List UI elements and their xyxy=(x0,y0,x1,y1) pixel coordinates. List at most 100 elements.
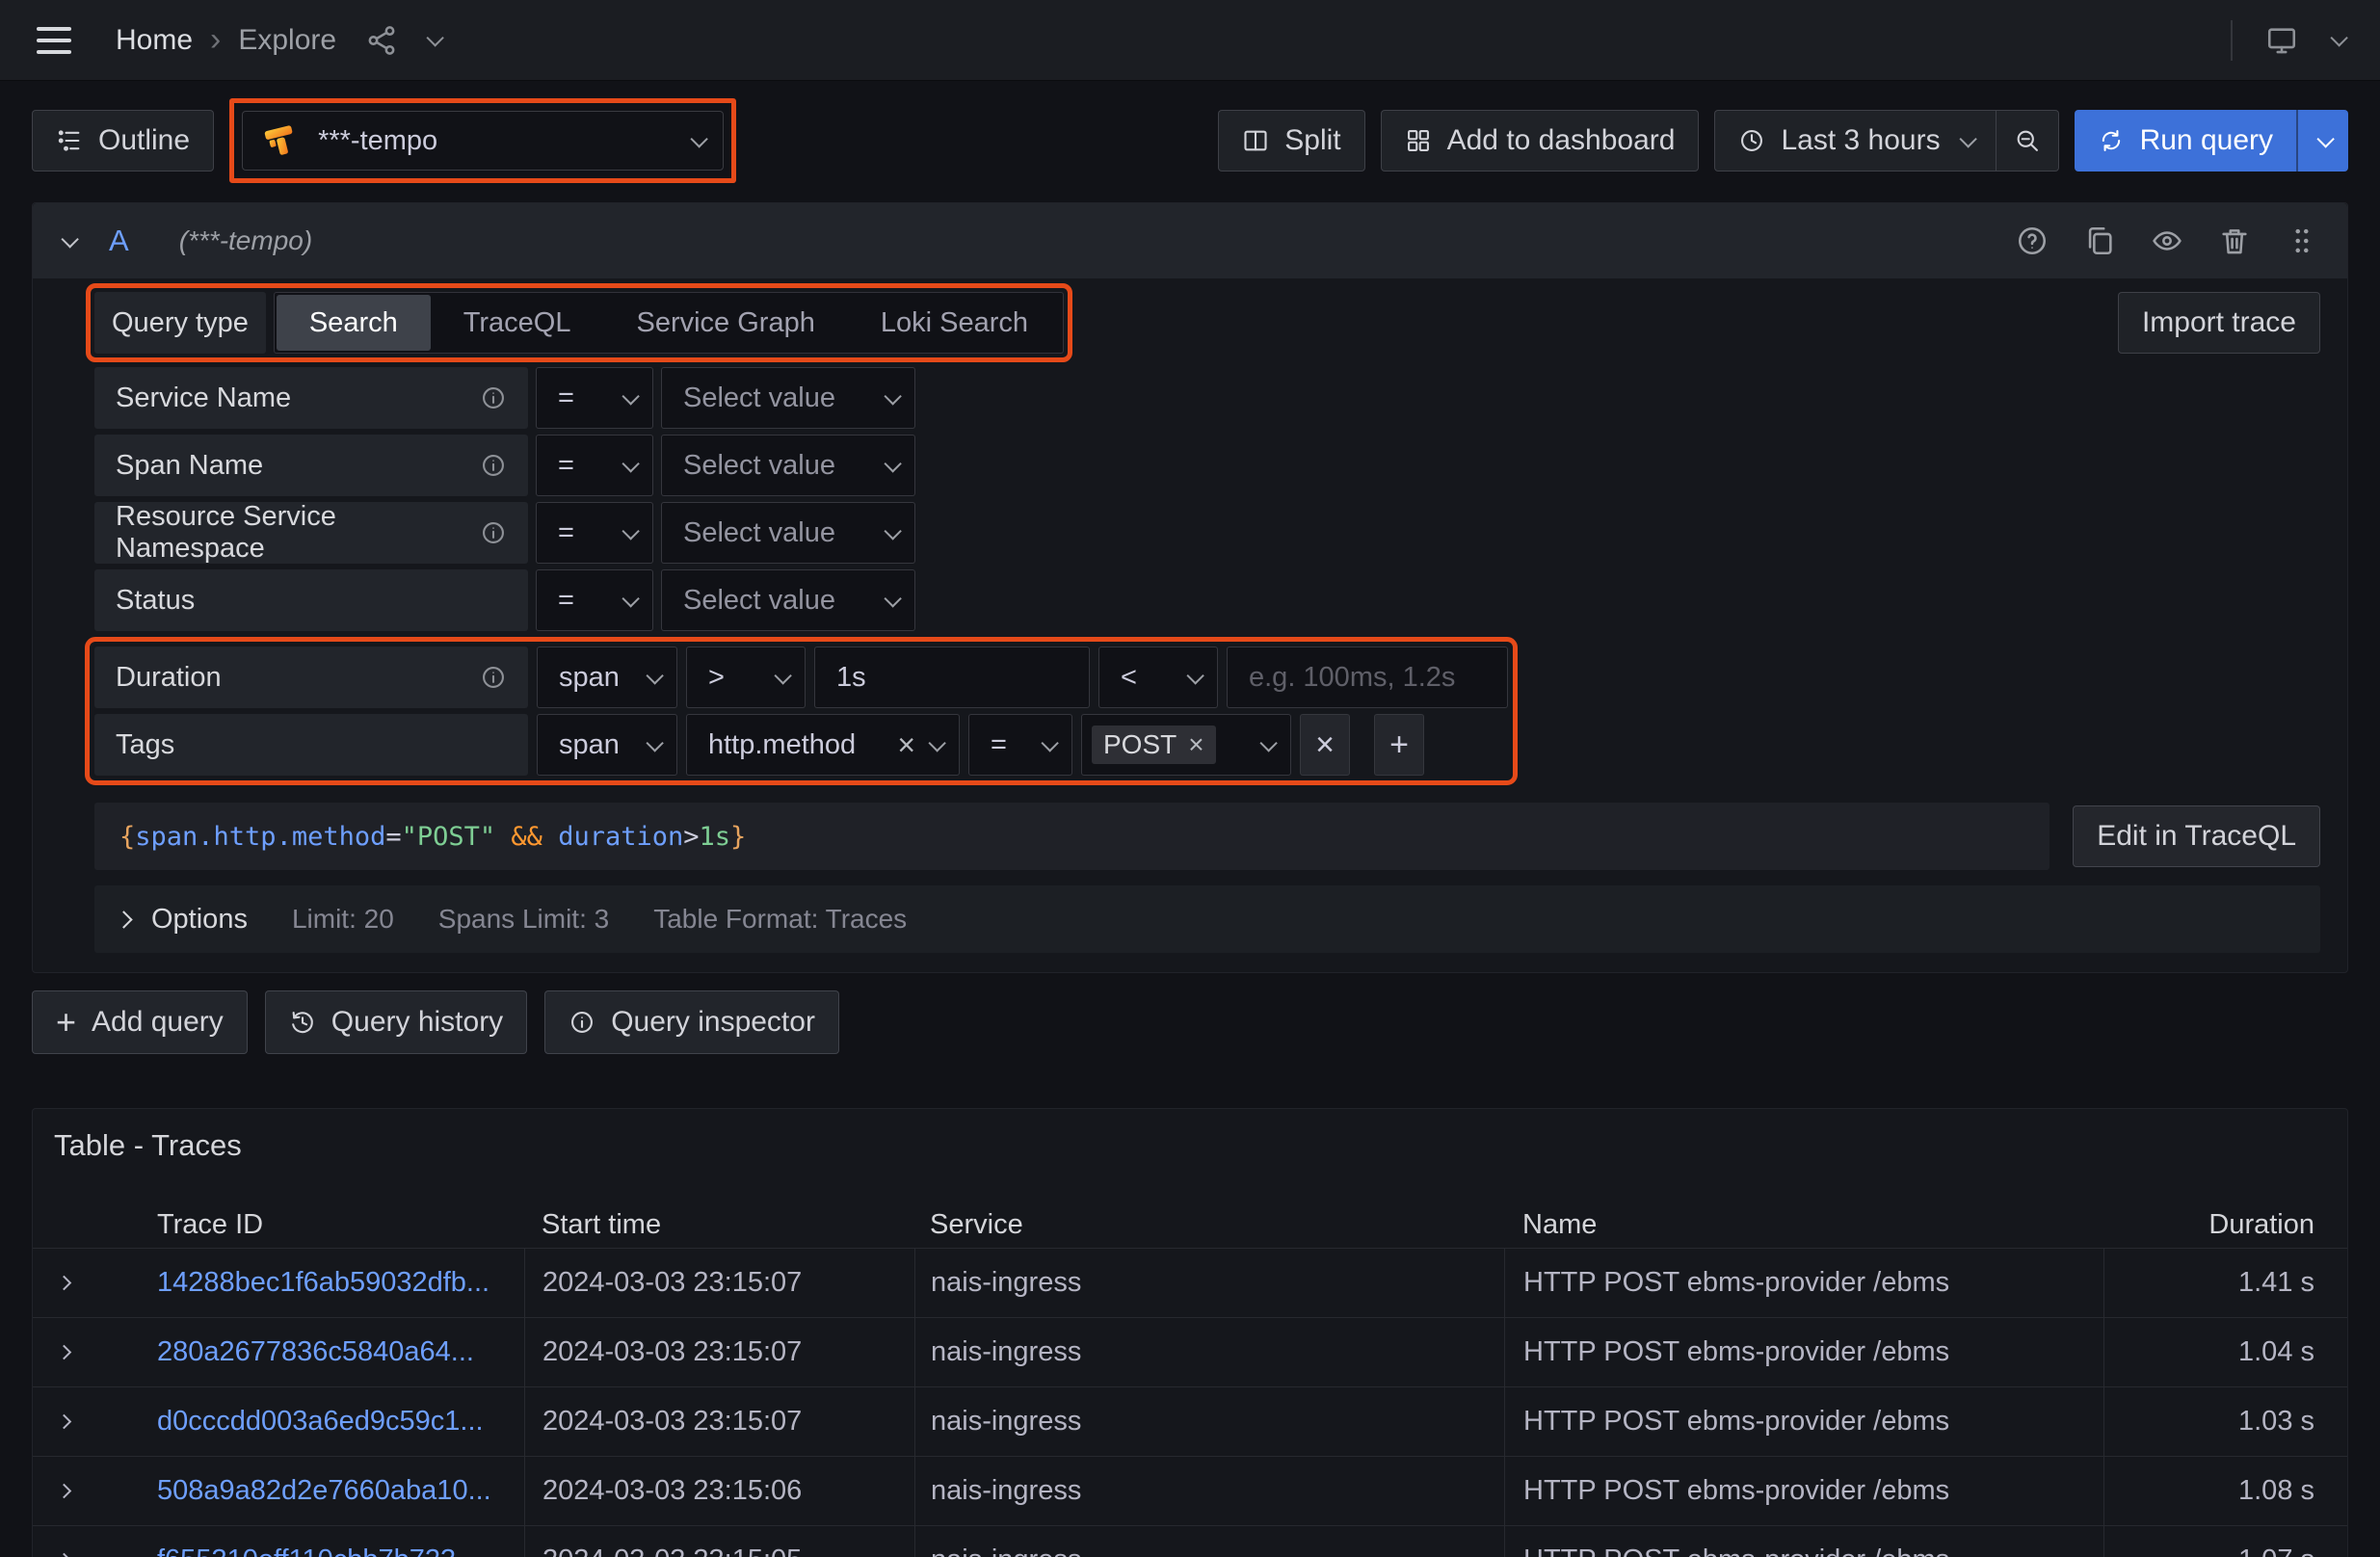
start-time-cell: 2024-03-03 23:15:06 xyxy=(524,1457,914,1525)
tag-operator-select[interactable]: = xyxy=(968,714,1072,776)
clear-tag-key-icon[interactable]: × xyxy=(897,729,915,760)
query-type-highlight-box: Query type Search TraceQL Service Graph … xyxy=(94,292,1064,354)
help-icon[interactable] xyxy=(2016,224,2049,257)
tag-value-chip: POST× xyxy=(1092,726,1216,764)
query-type-tab-loki-search[interactable]: Loki Search xyxy=(848,295,1061,351)
query-inspector-button[interactable]: Query inspector xyxy=(544,990,839,1054)
query-history-button[interactable]: Query history xyxy=(265,990,527,1054)
info-circle-icon xyxy=(569,1009,595,1036)
time-range-button[interactable]: Last 3 hours xyxy=(1714,110,1996,172)
column-header-service[interactable]: Service xyxy=(914,1209,1504,1241)
copy-icon[interactable] xyxy=(2083,224,2116,257)
add-to-dashboard-button[interactable]: Add to dashboard xyxy=(1381,110,1700,172)
table-row: 14288bec1f6ab59032dfb... 2024-03-03 23:1… xyxy=(33,1248,2347,1317)
add-to-dashboard-label: Add to dashboard xyxy=(1447,124,1676,157)
run-query-button[interactable]: Run query xyxy=(2075,110,2296,172)
share-icon[interactable] xyxy=(365,24,398,57)
filter-operator-select[interactable]: = xyxy=(536,502,653,564)
filter-rows: Service Name = Select value Span Name = … xyxy=(94,367,2320,631)
service-cell: nais-ingress xyxy=(914,1457,1504,1525)
name-cell: HTTP POST ebms-provider /ebms xyxy=(1504,1318,2103,1386)
filter-value-select[interactable]: Select value xyxy=(661,367,915,429)
eye-icon[interactable] xyxy=(2151,224,2183,257)
info-icon[interactable] xyxy=(480,452,507,479)
info-icon[interactable] xyxy=(480,664,507,691)
duration-to-operator-select[interactable]: < xyxy=(1098,647,1218,708)
filter-operator-select[interactable]: = xyxy=(536,435,653,496)
traceql-query: {span.http.method="POST" && duration>1s} xyxy=(94,803,2049,870)
tag-value-select[interactable]: POST× xyxy=(1081,714,1291,776)
trace-id-link[interactable]: f655310eff110cbb7b723... xyxy=(157,1544,479,1557)
run-query-options-chevron[interactable] xyxy=(2296,110,2348,172)
edit-in-traceql-button[interactable]: Edit in TraceQL xyxy=(2073,805,2320,867)
query-type-tab-service-graph[interactable]: Service Graph xyxy=(603,295,847,351)
remove-tag-button[interactable]: × xyxy=(1300,714,1350,776)
column-header-trace-id[interactable]: Trace ID xyxy=(139,1209,524,1241)
drag-grip-icon[interactable] xyxy=(2286,224,2318,257)
trace-id-link[interactable]: 280a2677836c5840a64... xyxy=(157,1336,474,1368)
filter-row: Status = Select value xyxy=(94,569,2320,631)
tag-key-select[interactable]: http.method × xyxy=(686,714,960,776)
column-header-start-time[interactable]: Start time xyxy=(524,1209,914,1241)
filter-value-select[interactable]: Select value xyxy=(661,569,915,631)
column-header-name[interactable]: Name xyxy=(1504,1209,2103,1241)
collapse-chevron-icon[interactable] xyxy=(61,230,78,248)
breadcrumb-home[interactable]: Home xyxy=(116,24,193,57)
filter-label: Span Name xyxy=(116,450,263,482)
name-cell: HTTP POST ebms-provider /ebms xyxy=(1504,1249,2103,1317)
remove-tag-value-icon[interactable]: × xyxy=(1188,731,1203,758)
apps-icon xyxy=(1405,127,1432,154)
query-row-header[interactable]: A (***-tempo) xyxy=(33,203,2347,278)
filter-row: Service Name = Select value xyxy=(94,367,2320,429)
filter-value-select[interactable]: Select value xyxy=(661,502,915,564)
options-row: Options Limit: 20 Spans Limit: 3 Table F… xyxy=(94,885,2320,953)
query-type-tab-traceql[interactable]: TraceQL xyxy=(431,295,604,351)
filter-value-select[interactable]: Select value xyxy=(661,435,915,496)
split-button[interactable]: Split xyxy=(1218,110,1364,172)
filter-operator-select[interactable]: = xyxy=(536,569,653,631)
import-trace-button[interactable]: Import trace xyxy=(2118,292,2320,354)
duration-from-operator-select[interactable]: > xyxy=(686,647,806,708)
datasource-picker[interactable]: ***-tempo xyxy=(242,111,724,171)
query-type-tab-search[interactable]: Search xyxy=(277,295,431,351)
share-options-chevron-icon[interactable] xyxy=(427,34,439,46)
duration-cell: 1.07 s xyxy=(2103,1526,2347,1557)
trace-id-link[interactable]: 508a9a82d2e7660aba10... xyxy=(157,1475,491,1507)
filter-operator-select[interactable]: = xyxy=(536,367,653,429)
info-icon[interactable] xyxy=(480,384,507,411)
trash-icon[interactable] xyxy=(2218,224,2251,257)
options-toggle[interactable]: Options xyxy=(118,904,248,936)
kiosk-chevron-icon[interactable] xyxy=(2331,34,2343,46)
traceql-token: > xyxy=(683,822,699,852)
duration-from-input[interactable] xyxy=(814,647,1090,708)
clock-icon xyxy=(1738,127,1765,154)
duration-to-input[interactable] xyxy=(1227,647,1508,708)
outline-button[interactable]: Outline xyxy=(32,110,214,172)
expand-row-chevron[interactable] xyxy=(33,1457,139,1525)
expand-row-chevron[interactable] xyxy=(33,1249,139,1317)
monitor-icon[interactable] xyxy=(2265,24,2298,57)
add-query-button[interactable]: + Add query xyxy=(32,990,248,1054)
duration-scope-select[interactable]: span xyxy=(537,647,677,708)
expand-row-chevron[interactable] xyxy=(33,1387,139,1456)
start-time-cell: 2024-03-03 23:15:07 xyxy=(524,1387,914,1456)
menu-icon[interactable] xyxy=(37,27,71,54)
trace-id-link[interactable]: 14288bec1f6ab59032dfb... xyxy=(157,1267,489,1299)
duration-cell: 1.04 s xyxy=(2103,1318,2347,1386)
expand-row-chevron[interactable] xyxy=(33,1318,139,1386)
add-tag-button[interactable]: + xyxy=(1374,714,1424,776)
tag-scope-select[interactable]: span xyxy=(537,714,677,776)
zoom-out-time-button[interactable] xyxy=(1997,110,2059,172)
info-icon[interactable] xyxy=(480,519,507,546)
table-header-row: Trace ID Start time Service Name Duratio… xyxy=(33,1201,2347,1248)
options-label: Options xyxy=(151,904,248,936)
expand-row-chevron[interactable] xyxy=(33,1526,139,1557)
service-cell: nais-ingress xyxy=(914,1318,1504,1386)
start-time-cell: 2024-03-03 23:15:07 xyxy=(524,1249,914,1317)
column-header-duration[interactable]: Duration xyxy=(2103,1209,2347,1241)
plus-icon: + xyxy=(56,1002,76,1042)
tags-filter-row: Tags span http.method × = POST× × + xyxy=(94,714,1508,776)
duration-cell: 1.08 s xyxy=(2103,1457,2347,1525)
trace-id-link[interactable]: d0cccdd003a6ed9c59c1... xyxy=(157,1406,484,1438)
options-table-format: Table Format: Traces xyxy=(653,904,907,935)
